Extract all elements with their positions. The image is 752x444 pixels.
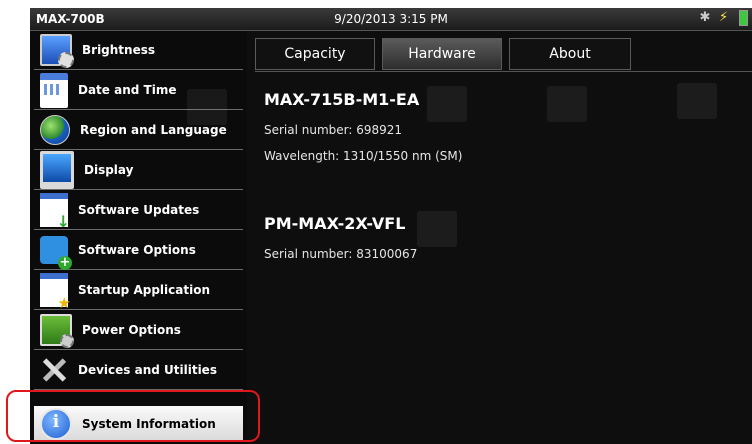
globe-icon: [40, 115, 70, 145]
sidebar-item-devices-utilities[interactable]: Devices and Utilities: [34, 351, 243, 390]
status-icons: ✱ ⚡: [699, 10, 748, 26]
sidebar-item-label: Software Updates: [78, 203, 200, 217]
background-launcher-icon: [677, 83, 717, 119]
brightness-icon: [40, 34, 74, 68]
software-update-icon: [40, 193, 70, 231]
background-launcher-icon: [547, 86, 587, 122]
system-information-panel: Capacity Hardware About MAX-715B-M1-EA S…: [187, 31, 752, 444]
sidebar-item-label: Date and Time: [78, 83, 177, 97]
bluetooth-icon: ✱: [699, 10, 711, 25]
software-options-icon: [40, 236, 72, 270]
sidebar-item-system-information[interactable]: i System Information: [34, 406, 243, 442]
tools-icon: [40, 356, 68, 384]
sidebar-item-brightness[interactable]: Brightness: [34, 31, 243, 70]
tab-divider: [255, 71, 752, 72]
sidebar-item-startup-application[interactable]: Startup Application: [34, 271, 243, 312]
startup-app-icon: [40, 273, 71, 312]
sidebar-item-label: Devices and Utilities: [78, 363, 217, 377]
info-icon: i: [40, 408, 72, 440]
power-options-icon: [40, 314, 74, 348]
module-name: PM-MAX-2X-VFL: [264, 214, 406, 233]
sidebar-item-software-options[interactable]: Software Options: [34, 231, 243, 270]
tab-about[interactable]: About: [509, 38, 631, 70]
sidebar-item-label: Display: [84, 163, 134, 177]
calendar-icon: [40, 72, 68, 108]
module-serial-number: Serial number: 698921: [264, 123, 403, 137]
background-launcher-icon: [417, 211, 457, 247]
sidebar-item-power-options[interactable]: Power Options: [34, 311, 243, 350]
sidebar-item-label: Brightness: [82, 43, 156, 57]
power-plug-icon: ⚡: [719, 10, 729, 25]
background-launcher-icon: [187, 89, 227, 125]
sidebar-item-software-updates[interactable]: Software Updates: [34, 191, 243, 231]
sidebar-item-display[interactable]: Display: [34, 151, 243, 190]
display-icon: [40, 151, 74, 189]
tab-capacity[interactable]: Capacity: [255, 38, 375, 70]
sidebar-item-label: System Information: [82, 417, 216, 431]
sidebar-item-label: Region and Language: [80, 123, 227, 137]
sidebar-item-label: Software Options: [78, 243, 196, 257]
tab-hardware[interactable]: Hardware: [382, 38, 502, 70]
module-serial-number: Serial number: 83100067: [264, 247, 418, 261]
module-wavelength: Wavelength: 1310/1550 nm (SM): [264, 149, 463, 163]
sidebar-item-label: Power Options: [82, 323, 181, 337]
background-launcher-icon: [427, 86, 467, 122]
date-time: 9/20/2013 3:15 PM: [334, 12, 448, 26]
title-bar: MAX-700B 9/20/2013 3:15 PM ✱ ⚡: [30, 8, 752, 31]
sidebar-item-label: Startup Application: [78, 283, 210, 297]
battery-icon: [739, 10, 748, 26]
module-name: MAX-715B-M1-EA: [264, 90, 420, 109]
device-screen: MAX-700B 9/20/2013 3:15 PM ✱ ⚡ Brightnes…: [30, 8, 752, 444]
